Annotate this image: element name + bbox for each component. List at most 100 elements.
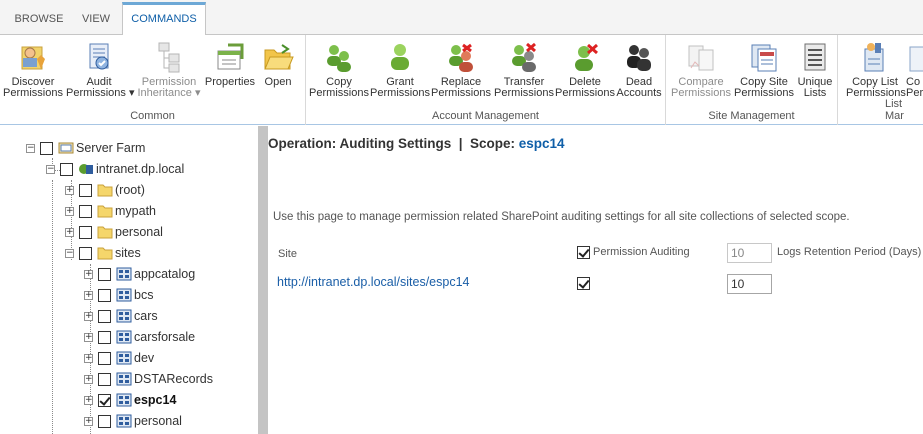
- collapse-toggle[interactable]: −: [65, 248, 74, 258]
- button-label: Permissions: [370, 87, 430, 99]
- tree-node-label: sites: [115, 246, 141, 260]
- tab-view[interactable]: VIEW: [70, 4, 122, 35]
- site-collection-icon: [116, 372, 132, 386]
- expand-toggle[interactable]: +: [84, 395, 93, 405]
- copy-users-icon: [327, 45, 351, 72]
- site-collection-icon: [116, 288, 132, 302]
- permission-auditing-all-checkbox[interactable]: [577, 246, 590, 259]
- pane-splitter[interactable]: [258, 126, 268, 434]
- expand-toggle[interactable]: +: [65, 227, 74, 237]
- tree-checkbox[interactable]: [98, 393, 111, 407]
- tab-commands[interactable]: COMMANDS: [122, 2, 206, 36]
- site-collection-icon: [116, 393, 132, 407]
- properties-button[interactable]: Properties: [203, 41, 257, 88]
- tree-node-personal-folder[interactable]: + personal: [65, 222, 163, 242]
- expand-toggle[interactable]: +: [65, 185, 74, 195]
- compare-icon: [688, 45, 714, 71]
- tree-node-espc14[interactable]: + espc14: [84, 390, 176, 410]
- tree-checkbox[interactable]: [79, 183, 92, 197]
- tree-checkbox[interactable]: [98, 414, 111, 428]
- open-folder-icon: [264, 44, 294, 70]
- audit-permissions-button[interactable]: Audit Permissions ▾: [66, 41, 135, 99]
- tree-node-label: personal: [115, 225, 163, 239]
- tree-node-dstarecords[interactable]: + DSTARecords: [84, 369, 213, 389]
- copy-permissions-button[interactable]: Copy Permissions: [308, 41, 370, 99]
- expand-toggle[interactable]: +: [65, 206, 74, 216]
- tree-node-bcs[interactable]: + bcs: [84, 285, 153, 305]
- expand-toggle[interactable]: +: [84, 332, 93, 342]
- collapse-toggle[interactable]: −: [26, 143, 35, 153]
- tree-checkbox[interactable]: [98, 351, 111, 365]
- group-label-site-management: Site Management: [708, 110, 795, 122]
- expand-toggle[interactable]: +: [84, 269, 93, 279]
- site-collection-icon: [116, 309, 132, 323]
- delete-permissions-button[interactable]: Delete Permissions: [555, 41, 615, 99]
- permission-inheritance-button[interactable]: Permission Inheritance ▾: [137, 41, 201, 99]
- button-label: Permissions: [431, 87, 491, 99]
- tree-checkbox[interactable]: [98, 309, 111, 323]
- site-collection-icon: [116, 330, 132, 344]
- expand-toggle[interactable]: +: [84, 290, 93, 300]
- tree-node-label: (root): [115, 183, 145, 197]
- list-icon: [804, 43, 826, 71]
- tree-checkbox[interactable]: [79, 225, 92, 239]
- transfer-permissions-button[interactable]: Transfer Permissions: [493, 41, 555, 99]
- tree-node-label: dev: [134, 351, 155, 365]
- tree-checkbox[interactable]: [79, 204, 92, 218]
- tab-browse[interactable]: BROWSE: [8, 4, 70, 35]
- tree-node-server-farm[interactable]: − Server Farm: [26, 138, 145, 158]
- site-collection-icon: [116, 414, 132, 428]
- folder-icon: [97, 184, 113, 197]
- button-label: Properties: [204, 76, 256, 88]
- grant-user-icon: [391, 44, 409, 70]
- tree-node-root[interactable]: + (root): [65, 180, 145, 200]
- button-label: Permissions ▾: [66, 87, 135, 99]
- button-label: Permissions: [555, 87, 615, 99]
- button-label: Permissions: [734, 87, 794, 99]
- tree-node-dev[interactable]: + dev: [84, 348, 154, 368]
- tree-checkbox[interactable]: [98, 288, 111, 302]
- tree-node-intranet[interactable]: − intranet.dp.local: [46, 159, 184, 179]
- replace-permissions-button[interactable]: Replace Permissions: [431, 41, 491, 99]
- discover-permissions-button[interactable]: Discover Permissions: [3, 41, 63, 99]
- tree-node-carsforsale[interactable]: + carsforsale: [84, 327, 195, 347]
- expand-toggle[interactable]: +: [84, 311, 93, 321]
- tree-checkbox[interactable]: [40, 141, 53, 155]
- copy-site-permissions-button[interactable]: Copy Site Permissions: [733, 41, 795, 99]
- tree-checkbox[interactable]: [60, 162, 73, 176]
- ribbon-group-common: Discover Permissions Audit Permissions ▾: [0, 35, 306, 125]
- copy-list-permissions-button[interactable]: Copy List Permissions: [846, 41, 906, 99]
- tree-checkbox[interactable]: [98, 267, 111, 281]
- site-url-link[interactable]: http://intranet.dp.local/sites/espc14: [277, 275, 469, 289]
- dead-accounts-button[interactable]: Dead Accounts: [615, 41, 663, 99]
- tree-node-label: mypath: [115, 204, 156, 218]
- tree-checkbox[interactable]: [98, 372, 111, 386]
- tree-checkbox[interactable]: [98, 330, 111, 344]
- unique-lists-button[interactable]: Unique Lists: [796, 41, 834, 99]
- collapse-toggle[interactable]: −: [46, 164, 55, 174]
- discover-permissions-icon: [21, 46, 45, 70]
- properties-icon: [217, 43, 244, 70]
- tree-checkbox[interactable]: [79, 246, 92, 260]
- open-button[interactable]: Open: [259, 41, 297, 88]
- list-more-button[interactable]: Co Per: [906, 41, 923, 99]
- expand-toggle[interactable]: +: [84, 416, 93, 426]
- button-label: Permissions: [494, 87, 554, 99]
- compare-permissions-button[interactable]: Compare Permissions: [670, 41, 732, 99]
- expand-toggle[interactable]: +: [84, 374, 93, 384]
- tree-node-cars[interactable]: + cars: [84, 306, 158, 326]
- retention-all-input[interactable]: [727, 243, 772, 263]
- tree-node-mypath[interactable]: + mypath: [65, 201, 156, 221]
- tree-node-sites[interactable]: − sites: [65, 243, 141, 263]
- list-more-icon: [909, 46, 923, 72]
- site-retention-input[interactable]: [727, 274, 772, 294]
- site-auditing-checkbox[interactable]: [577, 277, 590, 290]
- tree-node-personal-site[interactable]: + personal: [84, 411, 182, 431]
- expand-toggle[interactable]: +: [84, 353, 93, 363]
- site-collection-icon: [116, 351, 132, 365]
- web-application-icon: [79, 164, 93, 174]
- tree-node-appcatalog[interactable]: + appcatalog: [84, 264, 195, 284]
- folder-icon: [97, 247, 113, 260]
- grant-permissions-button[interactable]: Grant Permissions: [370, 41, 430, 99]
- tree-node-label: DSTARecords: [134, 372, 213, 386]
